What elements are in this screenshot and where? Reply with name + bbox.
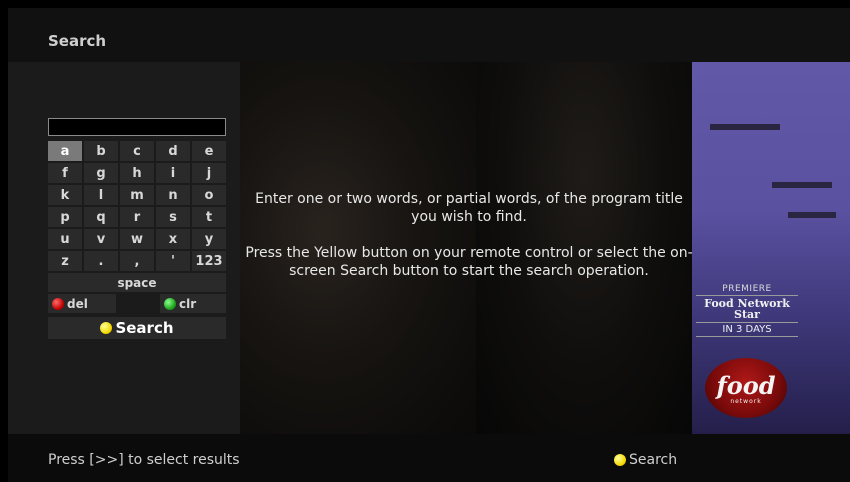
key-j[interactable]: j bbox=[192, 163, 226, 183]
key-o[interactable]: o bbox=[192, 185, 226, 205]
key-123[interactable]: 123 bbox=[192, 251, 226, 271]
red-button-icon bbox=[52, 297, 64, 310]
footer-bar: Press [>>] to select results Search bbox=[8, 434, 850, 482]
header-bar: Search bbox=[8, 8, 850, 62]
key-r[interactable]: r bbox=[120, 207, 154, 227]
key-d[interactable]: d bbox=[156, 141, 190, 161]
onscreen-keyboard: a b c d e f g h i j k l m n o p q r s t … bbox=[48, 141, 228, 339]
footer-search[interactable]: Search bbox=[614, 452, 677, 468]
keyboard-row: f g h i j bbox=[48, 163, 228, 183]
page-title: Search bbox=[48, 32, 107, 50]
del-clr-row: del clr bbox=[48, 294, 228, 313]
del-key[interactable]: del bbox=[48, 294, 116, 313]
clr-label: clr bbox=[179, 296, 197, 311]
key-period[interactable]: . bbox=[84, 251, 118, 271]
key-a[interactable]: a bbox=[48, 141, 82, 161]
key-g[interactable]: g bbox=[84, 163, 118, 183]
key-q[interactable]: q bbox=[84, 207, 118, 227]
key-l[interactable]: l bbox=[84, 185, 118, 205]
keyboard-row: z . , ' 123 bbox=[48, 251, 228, 271]
space-key[interactable]: space bbox=[48, 273, 226, 292]
keyboard-row: k l m n o bbox=[48, 185, 228, 205]
footer-search-label: Search bbox=[629, 452, 678, 468]
key-p[interactable]: p bbox=[48, 207, 82, 227]
promo-banner: PREMIERE Food Network Star IN 3 DAYS bbox=[696, 284, 798, 337]
food-network-logo: food network bbox=[705, 358, 787, 418]
key-z[interactable]: z bbox=[48, 251, 82, 271]
yellow-button-icon bbox=[614, 454, 626, 466]
key-apostrophe[interactable]: ' bbox=[156, 251, 190, 271]
search-button-label: Search bbox=[115, 319, 174, 337]
key-k[interactable]: k bbox=[48, 185, 82, 205]
yellow-button-icon bbox=[100, 322, 113, 334]
key-comma[interactable]: , bbox=[120, 251, 154, 271]
keyboard-row: p q r s t bbox=[48, 207, 228, 227]
key-y[interactable]: y bbox=[192, 229, 226, 249]
key-m[interactable]: m bbox=[120, 185, 154, 205]
key-b[interactable]: b bbox=[84, 141, 118, 161]
instructions: Enter one or two words, or partial words… bbox=[244, 190, 694, 298]
key-n[interactable]: n bbox=[156, 185, 190, 205]
promo-premiere: PREMIERE bbox=[696, 284, 798, 296]
instruction-line-1: Enter one or two words, or partial words… bbox=[255, 191, 683, 225]
search-button[interactable]: Search bbox=[48, 317, 226, 339]
del-label: del bbox=[67, 296, 88, 311]
key-c[interactable]: c bbox=[120, 141, 154, 161]
key-x[interactable]: x bbox=[156, 229, 190, 249]
app-frame: Search a b c d e f g h i j k l m n o p q… bbox=[8, 8, 850, 482]
key-e[interactable]: e bbox=[192, 141, 226, 161]
key-h[interactable]: h bbox=[120, 163, 154, 183]
key-s[interactable]: s bbox=[156, 207, 190, 227]
key-i[interactable]: i bbox=[156, 163, 190, 183]
key-t[interactable]: t bbox=[192, 207, 226, 227]
search-input[interactable] bbox=[48, 118, 226, 136]
key-f[interactable]: f bbox=[48, 163, 82, 183]
footer-hint: Press [>>] to select results bbox=[48, 452, 240, 468]
key-u[interactable]: u bbox=[48, 229, 82, 249]
instruction-line-2: Press the Yellow button on your remote c… bbox=[245, 245, 693, 279]
promo-show-title: Food Network Star bbox=[704, 297, 790, 321]
key-v[interactable]: v bbox=[84, 229, 118, 249]
promo-when: IN 3 DAYS bbox=[696, 322, 798, 337]
green-button-icon bbox=[164, 297, 176, 310]
keyboard-panel: a b c d e f g h i j k l m n o p q r s t … bbox=[8, 62, 240, 434]
keyboard-row: a b c d e bbox=[48, 141, 228, 161]
key-w[interactable]: w bbox=[120, 229, 154, 249]
clr-key[interactable]: clr bbox=[160, 294, 226, 313]
keyboard-row: u v w x y bbox=[48, 229, 228, 249]
